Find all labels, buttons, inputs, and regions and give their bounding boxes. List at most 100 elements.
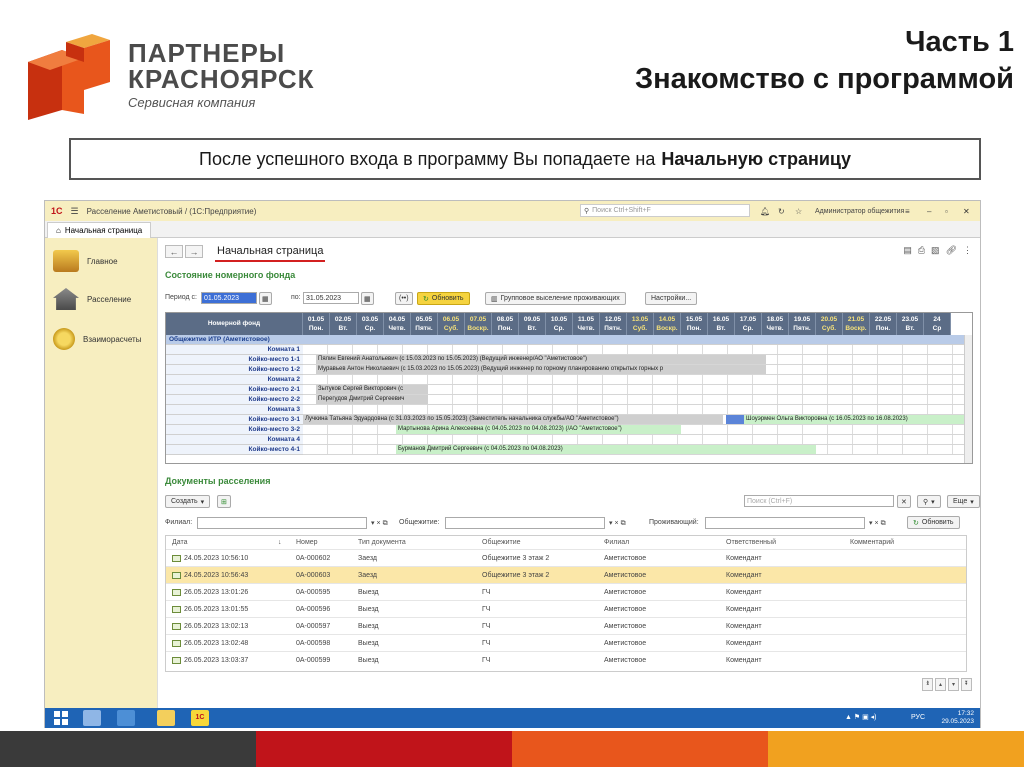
- booking-bar[interactable]: Пялин Евгений Анатольевич (с 15.03.2023 …: [316, 355, 766, 364]
- minimize-icon[interactable]: –: [927, 207, 931, 216]
- ie-icon[interactable]: [117, 710, 135, 726]
- booking-bar[interactable]: Муравьев Антон Николаевич (с 15.03.2023 …: [316, 365, 766, 374]
- grid-scrollbar[interactable]: [964, 335, 972, 463]
- add-document-icon[interactable]: ⊞: [217, 495, 231, 508]
- sidebar-item-settlement[interactable]: Расселение: [53, 288, 131, 310]
- col-comment[interactable]: Комментарий: [850, 536, 894, 549]
- down-icon[interactable]: ▾: [948, 678, 959, 691]
- cell-branch: Аметистовое: [604, 601, 646, 618]
- filter-resident-controls[interactable]: ▾×⧉: [869, 519, 888, 528]
- print-icon[interactable]: ⎙: [918, 245, 925, 256]
- windows-start-icon[interactable]: [53, 710, 71, 726]
- grid-room-label[interactable]: Койко-место 4-1: [166, 445, 303, 455]
- table-row[interactable]: 24.05.2023 10:56:10 0А-000602 Заезд Общежит…: [166, 549, 966, 566]
- grid-group-label[interactable]: Общежитие ИТР (Аметистовое): [166, 335, 972, 345]
- col-number[interactable]: Номер: [296, 536, 318, 549]
- grid-room-label[interactable]: Койко-место 2-2: [166, 395, 303, 405]
- booking-bar[interactable]: Перегудов Дмитрий Сергеевич: [316, 395, 428, 404]
- grid-room-label[interactable]: Койко-место 2-1: [166, 385, 303, 395]
- tray-clock[interactable]: 17:32 29.05.2023: [941, 710, 974, 726]
- table-row[interactable]: 26.05.2023 13:01:26 0А-000595 Выезд ГЧ Амети…: [166, 583, 966, 600]
- grid-room-label[interactable]: Койко-место 1-2: [166, 365, 303, 375]
- room-fund-grid[interactable]: Номерной фонд 01.05 Пон. 02.05 Вт. 03.05 Ср. 0…: [165, 312, 973, 464]
- tab-home[interactable]: ⌂ Начальная страница: [47, 222, 152, 238]
- sidebar-item-main[interactable]: Главное: [53, 250, 118, 272]
- document-search-input[interactable]: Поиск (Ctrl+F): [744, 495, 894, 507]
- grid-row-cells[interactable]: [303, 345, 972, 355]
- grid-room-label[interactable]: Койко-место 1-1: [166, 355, 303, 365]
- up-icon[interactable]: ▴: [935, 678, 946, 691]
- booking-bar[interactable]: Лучкина Татьяна Эдуардовна (с 31.03.2023…: [303, 415, 723, 424]
- settings-button[interactable]: Настройки...: [645, 292, 698, 305]
- filter-resident-input[interactable]: [705, 517, 865, 529]
- more-button[interactable]: Еще ▾: [947, 495, 980, 508]
- booking-bar[interactable]: Зытуков Сергей Викторович (с: [316, 385, 428, 394]
- refresh-button[interactable]: ↻ Обновить: [417, 292, 470, 305]
- table-row[interactable]: 26.05.2023 13:02:13 0А-000597 Выезд ГЧ Амети…: [166, 617, 966, 634]
- grid-room-label[interactable]: Комната 2: [166, 375, 303, 385]
- filter-branch-input[interactable]: [197, 517, 367, 529]
- table-row[interactable]: 24.05.2023 10:56:43 0А-000603 Заезд Общежит…: [166, 566, 966, 583]
- grid-room-label[interactable]: Койко-место 3-2: [166, 425, 303, 435]
- grid-room-label[interactable]: Комната 3: [166, 405, 303, 415]
- settings-menu-icon[interactable]: ≡: [905, 207, 910, 216]
- search-button[interactable]: ⚲ ▾: [917, 495, 941, 508]
- booking-marker[interactable]: [726, 415, 744, 424]
- computer-icon[interactable]: [83, 710, 101, 726]
- table-row[interactable]: 26.05.2023 13:01:55 0А-000596 Выезд ГЧ Амети…: [166, 600, 966, 617]
- tray-language[interactable]: РУС: [911, 714, 925, 721]
- create-button[interactable]: Создать ▾: [165, 495, 211, 508]
- period-to-input[interactable]: 31.05.2023: [303, 292, 359, 304]
- group-eviction-button[interactable]: ▥ Групповое выселение проживающих: [485, 292, 626, 305]
- history-icon[interactable]: ↻: [778, 207, 785, 216]
- grid-room-label[interactable]: Койко-место 3-1: [166, 415, 303, 425]
- last-page-icon[interactable]: ⏬︎: [961, 678, 972, 691]
- 1c-app-icon[interactable]: 1С: [191, 710, 209, 726]
- back-button[interactable]: ←: [165, 245, 183, 258]
- col-dorm[interactable]: Общежитие: [482, 536, 521, 549]
- filter-dorm-controls[interactable]: ▾×⧉: [609, 519, 628, 528]
- col-responsible[interactable]: Ответственный: [726, 536, 776, 549]
- calendar-to-icon[interactable]: ▦: [361, 292, 374, 305]
- grid-room-label[interactable]: Комната 1: [166, 345, 303, 355]
- user-name[interactable]: Администратор общежития: [815, 208, 904, 215]
- sort-down-icon[interactable]: ↓: [278, 536, 282, 549]
- more-vertical-icon[interactable]: ⋮: [963, 245, 972, 256]
- maximize-icon[interactable]: ▫: [945, 207, 948, 216]
- table-row[interactable]: 26.05.2023 13:02:48 0А-000598 Выезд ГЧ Амети…: [166, 634, 966, 651]
- booking-bar[interactable]: Шоуэрмен Ольга Викторовна (с 16.05.2023 …: [744, 415, 964, 424]
- link-icon[interactable]: 🔗︎: [946, 245, 957, 256]
- menu-icon[interactable]: ☰: [71, 206, 79, 217]
- booking-bar[interactable]: Бурманов Дмитрий Сергеевич (с 04.05.2023…: [396, 445, 816, 454]
- document-icon: [172, 622, 181, 630]
- report-icon[interactable]: ▧: [931, 245, 940, 256]
- table-row[interactable]: 26.05.2023 13:03:37 0А-000599 Выезд ГЧ Амети…: [166, 651, 966, 668]
- refresh-documents-button[interactable]: ↻ Обновить: [907, 516, 960, 529]
- filter-dorm-input[interactable]: [445, 517, 605, 529]
- close-icon[interactable]: ✕: [963, 207, 970, 216]
- calendar-from-icon[interactable]: ▦: [259, 292, 272, 305]
- forward-button[interactable]: →: [185, 245, 203, 258]
- search-clear-icon[interactable]: ✕: [897, 495, 911, 508]
- cell-type: Заезд: [358, 567, 377, 584]
- grid-row-cells[interactable]: [303, 405, 972, 415]
- period-select-icon[interactable]: (••): [395, 292, 413, 305]
- col-date[interactable]: Дата: [172, 536, 188, 549]
- star-icon[interactable]: ☆: [795, 207, 802, 216]
- grid-room-label[interactable]: Комната 4: [166, 435, 303, 445]
- cell-text: Аметистовое: [604, 623, 647, 630]
- period-from-input[interactable]: 01.05.2023: [201, 292, 257, 304]
- booking-bar[interactable]: Мартынова Арина Алексеевна (с 04.05.2023…: [396, 425, 681, 434]
- sidebar-item-payments[interactable]: Взаиморасчеты: [53, 328, 141, 350]
- grid-row-cells[interactable]: [303, 375, 972, 385]
- col-branch[interactable]: Филиал: [604, 536, 629, 549]
- global-search-input[interactable]: ⚲ Поиск Ctrl+Shift+F: [580, 204, 750, 217]
- save-icon[interactable]: ▤: [903, 245, 912, 256]
- first-page-icon[interactable]: ⏫︎: [922, 678, 933, 691]
- bell-icon[interactable]: 🔔︎: [760, 207, 770, 216]
- tray-icons[interactable]: ▲ ⚑ ▣ ◂): [845, 713, 877, 721]
- filter-branch-controls[interactable]: ▾×⧉: [371, 519, 390, 528]
- grid-row-cells[interactable]: [303, 435, 972, 445]
- folder-icon[interactable]: [157, 710, 175, 726]
- col-doc-type[interactable]: Тип документа: [358, 536, 406, 549]
